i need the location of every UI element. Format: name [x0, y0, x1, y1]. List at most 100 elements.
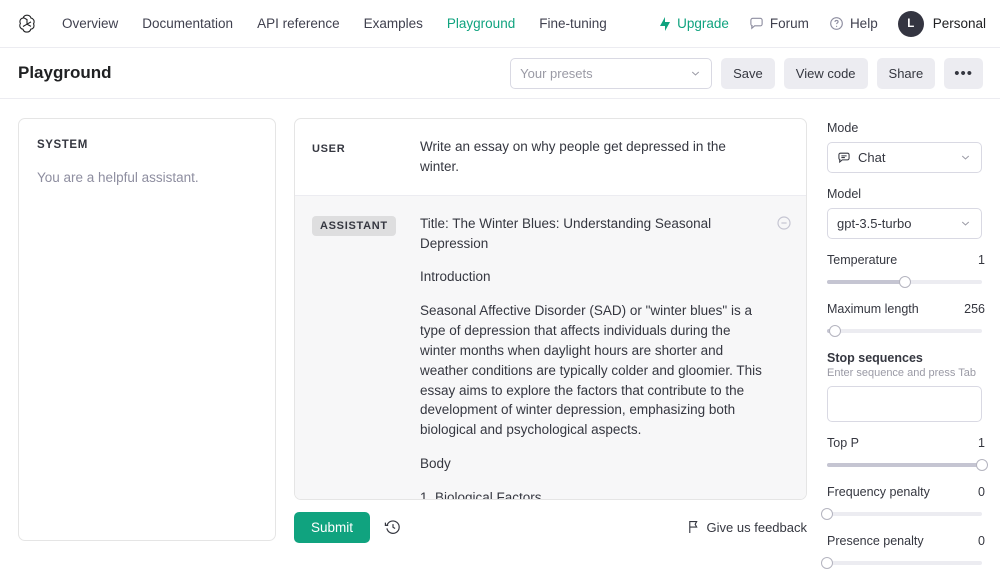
chevron-down-icon — [959, 217, 972, 230]
nav-link-overview[interactable]: Overview — [62, 16, 118, 31]
top-p-control: Top P 1 — [827, 436, 988, 471]
chat-bubble-icon — [749, 16, 764, 31]
upgrade-button[interactable]: Upgrade — [659, 16, 729, 31]
temperature-value: 1 — [978, 253, 985, 267]
message-paragraph: 1. Biological Factors — [420, 489, 542, 500]
mode-select[interactable]: Chat — [827, 142, 982, 173]
presence-penalty-slider[interactable] — [821, 557, 982, 569]
temperature-label: Temperature — [827, 253, 898, 267]
role-label-user: USER — [312, 143, 346, 155]
maximum-length-head: Maximum length 256 — [827, 302, 985, 316]
mode-control: Mode Chat — [827, 121, 985, 173]
model-select[interactable]: gpt-3.5-turbo — [827, 208, 982, 239]
top-p-label: Top P — [827, 436, 859, 450]
maximum-length-control: Maximum length 256 — [827, 302, 985, 337]
question-circle-icon — [829, 16, 844, 31]
top-navigation-bar: Overview Documentation API reference Exa… — [0, 0, 1000, 48]
nav-link-examples[interactable]: Examples — [364, 16, 423, 31]
forum-label: Forum — [769, 16, 809, 31]
forum-link[interactable]: Forum — [749, 16, 809, 31]
mode-value: Chat — [858, 150, 886, 165]
bolt-icon — [659, 16, 671, 31]
presence-penalty-control: Presence penalty 0 — [821, 534, 985, 569]
account-menu[interactable]: L Personal — [897, 10, 986, 37]
message-paragraph: Write an essay on why people get depress… — [420, 139, 726, 174]
save-button[interactable]: Save — [721, 57, 775, 89]
account-label: Personal — [932, 16, 986, 31]
header-actions: Your presets Save View code Share ••• — [510, 57, 983, 89]
stop-sequences-hint: Enter sequence and press Tab — [827, 367, 977, 379]
model-control: Model gpt-3.5-turbo — [827, 187, 985, 239]
nav-link-fine-tuning[interactable]: Fine-tuning — [539, 16, 607, 31]
parameters-sidebar: Mode Chat Model gpt-3.5-turbo Temperatur… — [821, 121, 988, 583]
chevron-down-icon — [689, 67, 702, 80]
slider-thumb[interactable] — [828, 325, 841, 337]
give-feedback-label: Give us feedback — [706, 519, 807, 535]
help-link[interactable]: Help — [829, 16, 878, 31]
nav-links: Overview Documentation API reference Exa… — [62, 16, 607, 31]
message-paragraph: Introduction — [420, 269, 491, 285]
system-prompt-input[interactable]: You are a helpful assistant. — [37, 168, 257, 188]
mode-label: Mode — [827, 121, 859, 135]
slider-thumb[interactable] — [821, 557, 833, 569]
chat-mode-icon — [837, 151, 851, 165]
message-text-user[interactable]: Write an essay on why people get depress… — [420, 137, 790, 177]
nav-link-playground[interactable]: Playground — [447, 16, 515, 31]
temperature-control: Temperature 1 — [827, 253, 985, 288]
slider-fill — [827, 463, 982, 467]
presence-penalty-label: Presence penalty — [827, 534, 924, 548]
more-options-button[interactable]: ••• — [944, 57, 983, 89]
message-paragraph: Body — [420, 456, 451, 472]
minus-circle-icon[interactable] — [776, 215, 792, 231]
slider-fill — [827, 280, 905, 284]
top-p-head: Top P 1 — [827, 436, 985, 450]
presets-placeholder: Your presets — [520, 65, 593, 81]
upgrade-label: Upgrade — [677, 16, 729, 31]
view-code-button[interactable]: View code — [783, 57, 868, 89]
stop-sequences-label: Stop sequences — [827, 351, 923, 365]
nav-link-documentation[interactable]: Documentation — [142, 16, 233, 31]
page-title: Playground — [18, 63, 112, 82]
history-clock-icon[interactable] — [384, 518, 402, 536]
chat-message-assistant[interactable]: ASSISTANT Title: The Winter Blues: Under… — [295, 195, 806, 500]
maximum-length-value: 256 — [964, 302, 985, 316]
playground-header: Playground Your presets Save View code S… — [0, 48, 1000, 99]
help-label: Help — [849, 16, 878, 31]
frequency-penalty-label: Frequency penalty — [827, 485, 930, 499]
message-text-assistant[interactable]: Title: The Winter Blues: Understanding S… — [420, 214, 790, 500]
slider-thumb[interactable] — [976, 459, 988, 471]
top-p-slider[interactable] — [827, 459, 988, 471]
slider-thumb[interactable] — [821, 508, 833, 520]
chat-panel: USER Write an essay on why people get de… — [294, 118, 807, 500]
chat-message-user[interactable]: USER Write an essay on why people get de… — [295, 119, 806, 196]
temperature-slider[interactable] — [827, 276, 982, 288]
submit-button[interactable]: Submit — [294, 511, 371, 543]
system-panel[interactable]: SYSTEM You are a helpful assistant. — [18, 118, 276, 541]
stop-sequences-control: Stop sequences Enter sequence and press … — [827, 351, 985, 422]
maximum-length-label: Maximum length — [827, 302, 919, 316]
stop-sequences-input[interactable] — [827, 386, 982, 422]
presence-penalty-head: Presence penalty 0 — [827, 534, 985, 548]
model-label: Model — [827, 187, 862, 201]
top-p-value: 1 — [978, 436, 985, 450]
playground-body: SYSTEM You are a helpful assistant. USER… — [0, 99, 1000, 569]
frequency-penalty-slider[interactable] — [821, 508, 982, 520]
maximum-length-slider[interactable] — [827, 325, 982, 337]
submit-row: Submit Give us feedback — [294, 511, 807, 543]
temperature-head: Temperature 1 — [827, 253, 985, 267]
frequency-penalty-head: Frequency penalty 0 — [827, 485, 985, 499]
slider-thumb[interactable] — [898, 276, 911, 288]
system-label: SYSTEM — [37, 139, 88, 151]
presets-select[interactable]: Your presets — [510, 57, 713, 89]
message-paragraph: Title: The Winter Blues: Understanding S… — [420, 215, 712, 251]
model-value: gpt-3.5-turbo — [837, 216, 912, 231]
frequency-penalty-value: 0 — [978, 485, 985, 499]
role-badge-assistant: ASSISTANT — [312, 215, 396, 236]
avatar: L — [897, 10, 924, 37]
message-paragraph: Seasonal Affective Disorder (SAD) or "wi… — [420, 303, 762, 438]
nav-link-api-reference[interactable]: API reference — [257, 16, 340, 31]
openai-logo-icon[interactable] — [14, 11, 40, 37]
flag-icon — [687, 520, 700, 534]
give-feedback-link[interactable]: Give us feedback — [687, 520, 807, 535]
share-button[interactable]: Share — [876, 57, 936, 89]
